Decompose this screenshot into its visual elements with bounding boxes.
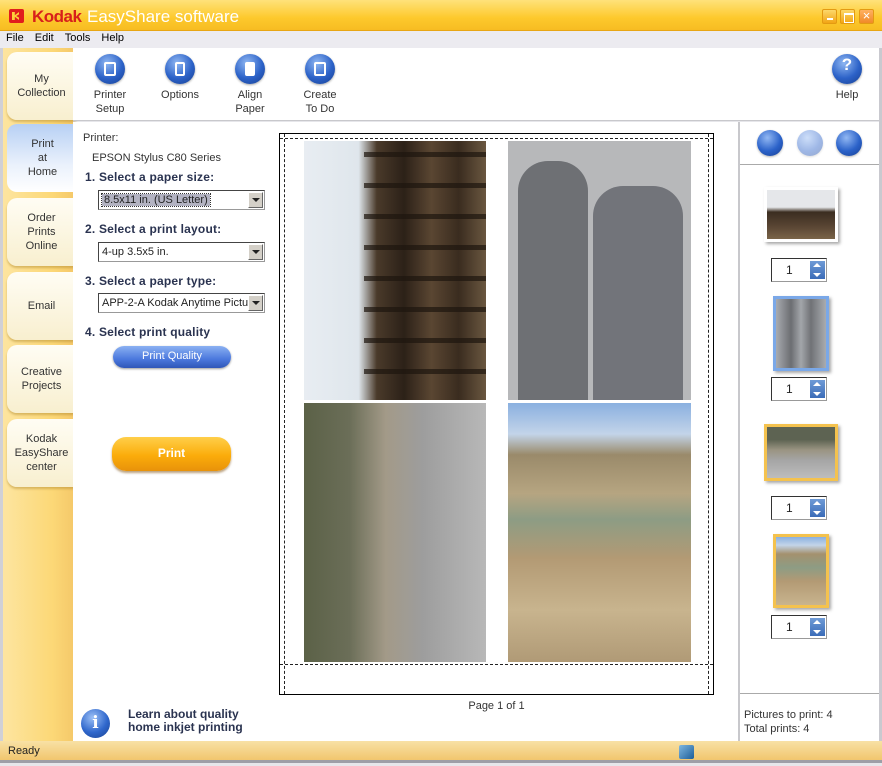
thumbnail-hills[interactable] — [773, 534, 829, 608]
copies-value: 1 — [786, 382, 793, 396]
thumbnail-shadows[interactable] — [773, 296, 829, 371]
options-button[interactable]: Options — [150, 54, 210, 102]
network-status-icon[interactable] — [679, 745, 694, 759]
help-icon: ? — [832, 54, 862, 84]
menu-help[interactable]: Help — [95, 31, 129, 44]
brand-name: Kodak — [32, 7, 82, 26]
up-down-arrows-icon[interactable] — [810, 499, 825, 517]
picture-tray: 1 1 1 1 Pictures to print: 4 Total print… — [738, 122, 879, 741]
margin-line — [708, 134, 709, 694]
margin-line — [284, 134, 285, 694]
toolbar: Printer Setup Options Align Paper Create… — [73, 48, 879, 121]
help-button[interactable]: ? Help — [817, 54, 877, 102]
menu-tools[interactable]: Tools — [59, 31, 96, 44]
crop-icon[interactable] — [797, 130, 823, 156]
pictures-to-print: Pictures to print: 4 — [744, 709, 833, 721]
page-indicator: Page 1 of 1 — [468, 700, 525, 712]
add-picture-icon[interactable] — [757, 130, 783, 156]
nav-print-at-home[interactable]: Print at Home — [7, 124, 78, 192]
step-paper-type: 3. Select a paper type: — [85, 274, 217, 288]
margin-line — [280, 138, 713, 139]
title-bar: Kodak EasyShare software × — [0, 0, 882, 31]
status-bar: Ready — [0, 741, 882, 763]
up-down-arrows-icon[interactable] — [810, 261, 825, 279]
left-navigation: My Collection Print at Home Order Prints… — [0, 48, 78, 741]
info-line: home inkjet printing — [128, 720, 243, 734]
tool-label: Printer Setup — [93, 89, 127, 115]
nav-label: Print at Home — [27, 138, 58, 178]
thumbnail-hillside[interactable] — [764, 424, 838, 481]
options-icon — [165, 54, 195, 84]
maximize-button[interactable] — [840, 9, 855, 24]
nav-my-collection[interactable]: My Collection — [7, 52, 76, 120]
copies-value: 1 — [786, 620, 793, 634]
nav-label: Kodak EasyShare center — [14, 433, 69, 473]
divider — [740, 164, 879, 165]
chevron-down-icon[interactable] — [248, 244, 263, 260]
close-button[interactable]: × — [859, 9, 874, 24]
status-text: Ready — [8, 745, 40, 757]
copies-stepper[interactable]: 1 — [771, 258, 827, 282]
kodak-logo-icon — [9, 9, 24, 23]
copies-stepper[interactable]: 1 — [771, 377, 827, 401]
step-paper-size: 1. Select a paper size: — [85, 170, 215, 184]
print-settings-area: Printer: EPSON Stylus C80 Series 1. Sele… — [73, 122, 738, 741]
tool-label: Options — [161, 89, 199, 101]
align-paper-icon — [235, 54, 265, 84]
step-print-layout: 2. Select a print layout: — [85, 222, 222, 236]
nav-label: Order Prints Online — [25, 212, 58, 252]
nav-order-prints-online[interactable]: Order Prints Online — [7, 198, 76, 266]
minimize-button[interactable] — [822, 9, 837, 24]
preview-photo-trestle[interactable] — [304, 141, 486, 400]
copies-stepper[interactable]: 1 — [771, 496, 827, 520]
up-down-arrows-icon[interactable] — [810, 618, 825, 636]
paper-size-select[interactable]: 8.5x11 in. (US Letter) — [98, 190, 265, 210]
paper-type-select[interactable]: APP-2-A Kodak Anytime Pictu — [98, 293, 265, 313]
nav-label: Creative Projects — [21, 366, 62, 392]
tool-label: Help — [835, 89, 859, 101]
nav-email[interactable]: Email — [7, 272, 76, 340]
tool-label: Align Paper — [235, 89, 265, 115]
chevron-down-icon[interactable] — [248, 295, 263, 311]
info-icon[interactable]: i — [81, 709, 110, 738]
copies-value: 1 — [786, 501, 793, 515]
tool-label: Create To Do — [303, 89, 337, 115]
create-todo-button[interactable]: Create To Do — [290, 54, 350, 116]
print-layout-select[interactable]: 4-up 3.5x5 in. — [98, 242, 265, 262]
total-prints: Total prints: 4 — [744, 723, 810, 735]
window-title: EasyShare software — [87, 7, 240, 26]
print-summary: Pictures to print: 4 Total prints: 4 — [740, 693, 879, 736]
paper-type-value: APP-2-A Kodak Anytime Pictu — [102, 297, 249, 309]
learn-quality-link[interactable]: Learn about quality home inkjet printing — [128, 708, 243, 734]
remove-picture-icon[interactable] — [836, 130, 862, 156]
preview-photo-hillside[interactable] — [304, 403, 486, 662]
chevron-down-icon[interactable] — [248, 192, 263, 208]
printer-label: Printer: — [83, 132, 119, 144]
menu-file[interactable]: File — [0, 31, 29, 44]
preview-photo-shadows[interactable] — [508, 141, 691, 400]
printer-setup-button[interactable]: Printer Setup — [80, 54, 140, 116]
nav-label: My Collection — [17, 73, 66, 99]
copies-stepper[interactable]: 1 — [771, 615, 827, 639]
nav-creative-projects[interactable]: Creative Projects — [7, 345, 76, 413]
menu-bar: File Edit Tools Help — [0, 31, 882, 48]
nav-kodak-easyshare-center[interactable]: Kodak EasyShare center — [7, 419, 76, 487]
printer-setup-icon — [95, 54, 125, 84]
up-down-arrows-icon[interactable] — [810, 380, 825, 398]
print-preview-page — [279, 133, 714, 695]
copies-value: 1 — [786, 263, 793, 277]
nav-label: Email — [27, 300, 56, 312]
menu-edit[interactable]: Edit — [29, 31, 59, 44]
margin-line — [280, 664, 713, 665]
print-quality-button[interactable]: Print Quality — [113, 346, 231, 368]
print-button[interactable]: Print — [112, 437, 231, 471]
paper-size-value: 8.5x11 in. (US Letter) — [101, 193, 211, 207]
preview-photo-hills[interactable] — [508, 403, 691, 662]
printer-name: EPSON Stylus C80 Series — [92, 152, 221, 164]
thumbnail-trestle[interactable] — [764, 187, 838, 242]
create-todo-icon — [305, 54, 335, 84]
step-print-quality: 4. Select print quality — [85, 325, 211, 339]
align-paper-button[interactable]: Align Paper — [220, 54, 280, 116]
print-layout-value: 4-up 3.5x5 in. — [102, 246, 169, 258]
